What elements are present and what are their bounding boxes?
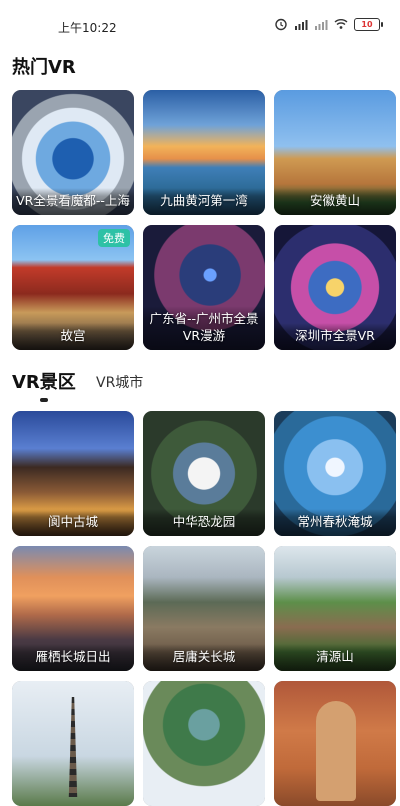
card-label: 安徽黄山	[274, 188, 396, 215]
card-label: 故宫	[12, 323, 134, 350]
scenic-card-buddha[interactable]	[274, 681, 396, 806]
hot-vr-grid: VR全景看魔都--上海 九曲黄河第一湾 安徽黄山 免费 故宫 广东省--广州市全…	[12, 90, 396, 350]
card-label: 雁栖长城日出	[12, 644, 134, 671]
scenic-card-dinosaur[interactable]: 中华恐龙园	[143, 411, 265, 536]
free-badge: 免费	[98, 229, 130, 247]
scenic-card-pagoda[interactable]	[12, 681, 134, 806]
hot-card-shenzhen[interactable]: 深圳市全景VR	[274, 225, 396, 350]
card-label: 九曲黄河第一湾	[143, 188, 265, 215]
status-icons: 10	[274, 17, 383, 31]
hot-vr-title: 热门VR	[12, 57, 76, 78]
hot-card-shanghai[interactable]: VR全景看魔都--上海	[12, 90, 134, 215]
card-label: 清源山	[274, 644, 396, 671]
card-label: 广东省--广州市全景VR漫游	[143, 306, 265, 350]
scenic-card-langzhong[interactable]: 阆中古城	[12, 411, 134, 536]
card-label: 深圳市全景VR	[274, 323, 396, 350]
status-bar: 上午10:22 10	[0, 0, 400, 40]
signal-hd-icon	[295, 20, 308, 30]
tab-vr-scenic[interactable]: VR景区	[12, 368, 76, 394]
card-label: VR全景看魔都--上海	[12, 188, 134, 215]
battery-icon: 10	[354, 17, 383, 31]
scenic-card-qingyuan[interactable]: 清源山	[274, 546, 396, 671]
card-label: 居庸关长城	[143, 644, 265, 671]
wifi-icon	[334, 19, 348, 29]
scenic-card-juyong[interactable]: 居庸关长城	[143, 546, 265, 671]
alarm-icon	[275, 18, 287, 31]
card-label: 中华恐龙园	[143, 509, 265, 536]
scenic-grid: 阆中古城 中华恐龙园 常州春秋淹城 雁栖长城日出 居庸关长城 清源山	[12, 411, 396, 806]
lake-panorama-image	[143, 681, 265, 806]
signal-icon	[315, 20, 328, 30]
scenic-card-yanqi[interactable]: 雁栖长城日出	[12, 546, 134, 671]
card-label: 阆中古城	[12, 509, 134, 536]
hot-card-forbidden-city[interactable]: 免费 故宫	[12, 225, 134, 350]
hot-card-huangshan[interactable]: 安徽黄山	[274, 90, 396, 215]
hot-card-guangzhou[interactable]: 广东省--广州市全景VR漫游	[143, 225, 265, 350]
buddha-shape	[316, 701, 356, 801]
card-label: 常州春秋淹城	[274, 509, 396, 536]
status-time: 上午10:22	[58, 21, 117, 35]
tab-indicator	[40, 398, 48, 402]
scenic-card-lake[interactable]	[143, 681, 265, 806]
hot-card-yellow-river[interactable]: 九曲黄河第一湾	[143, 90, 265, 215]
scenic-card-chunqiu[interactable]: 常州春秋淹城	[274, 411, 396, 536]
tab-vr-city[interactable]: VR城市	[96, 372, 143, 392]
